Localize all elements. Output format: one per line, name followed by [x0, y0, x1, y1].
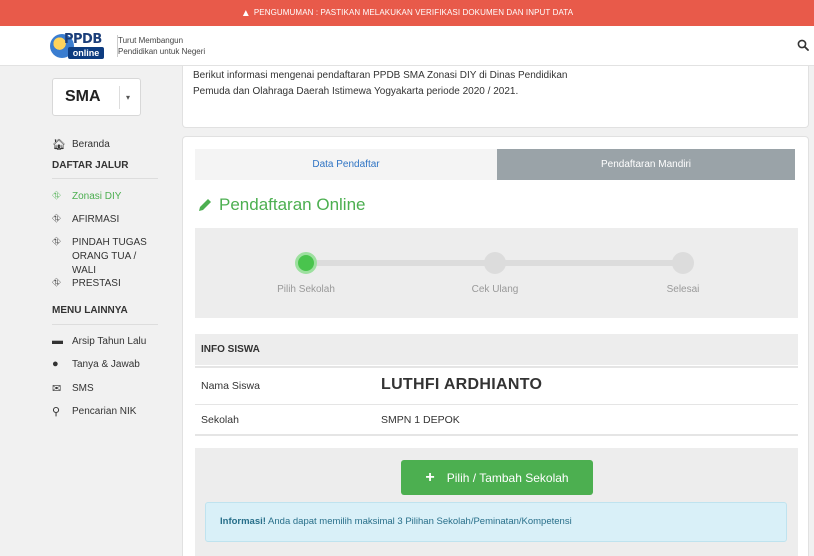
- progress-stepper: Pilih Sekolah Cek Ulang Selesai: [195, 228, 798, 318]
- menu-lainnya-heading: MENU LAINNYA: [52, 305, 128, 316]
- sekolah-label: Sekolah: [201, 414, 239, 426]
- pencil-icon: [199, 199, 211, 211]
- step-label-2: Cek Ulang: [471, 284, 519, 295]
- tabs: Data Pendaftar Pendaftaran Mandiri: [195, 149, 795, 180]
- sidebar-item-label: Pencarian NIK: [72, 406, 137, 417]
- step-label-3: Selesai: [666, 284, 700, 295]
- archive-icon: ▬: [52, 335, 63, 347]
- sidebar-item-label: Beranda: [72, 139, 110, 150]
- tagline: Turut Membangun Pendidikan untuk Negeri: [117, 35, 205, 57]
- divider: [52, 324, 158, 325]
- info-alert: Informasi! Anda dapat memilih maksimal 3…: [205, 502, 787, 542]
- sidebar-item-label: SMS: [72, 383, 94, 394]
- ppdb-logo[interactable]: PPDB online: [50, 32, 108, 60]
- sidebar-item-arsip[interactable]: ▬ Arsip Tahun Lalu: [52, 335, 146, 349]
- add-school-button-label: Pilih / Tambah Sekolah: [446, 470, 569, 485]
- step-dot-3: [672, 252, 694, 274]
- intro-card: Berikut informasi mengenai pendaftaran P…: [182, 66, 809, 128]
- sidebar-item-label: Zonasi DIY: [72, 191, 122, 202]
- announcement-text: PENGUMUMAN : PASTIKAN MELAKUKAN VERIFIKA…: [253, 8, 574, 17]
- section-title: Pendaftaran Online: [197, 195, 366, 215]
- divider: [52, 178, 158, 179]
- sidebar-item-prestasi[interactable]: ⛗︎ PRESTASI: [52, 277, 121, 291]
- sidebar-item-label: Arsip Tahun Lalu: [72, 336, 147, 347]
- sidebar-item-label: AFIRMASI: [72, 214, 120, 225]
- sidebar-item-label: PRESTASI: [72, 278, 121, 289]
- info-siswa-heading: INFO SISWA: [195, 334, 798, 365]
- search-icon: ⚲: [52, 406, 61, 418]
- warning-icon: ▲: [240, 8, 251, 19]
- level-select-value: SMA: [65, 88, 101, 105]
- chevron-down-icon: ▾: [119, 86, 136, 109]
- sidebar-item-tanya-jawab[interactable]: ● Tanya & Jawab: [52, 358, 140, 372]
- step-dot-1: [295, 252, 317, 274]
- registration-card: Data Pendaftar Pendaftaran Mandiri Penda…: [182, 136, 809, 556]
- road-icon: ⛗︎: [52, 277, 61, 289]
- sidebar-item-beranda[interactable]: 🏠︎ Beranda: [52, 138, 110, 152]
- announcement-bar: ▲ PENGUMUMAN : PASTIKAN MELAKUKAN VERIFIK…: [0, 0, 814, 26]
- nama-siswa-label: Nama Siswa: [201, 380, 260, 392]
- daftar-jalur-heading: DAFTAR JALUR: [52, 160, 129, 171]
- table-row: Sekolah SMPN 1 DEPOK: [195, 405, 798, 436]
- top-navbar: PPDB online Turut Membangun Pendidikan u…: [0, 26, 814, 66]
- action-area: + Pilih / Tambah Sekolah Informasi! Anda…: [195, 448, 798, 556]
- road-icon: ⛗︎: [52, 190, 61, 202]
- logo-ppdb-text: PPDB: [64, 32, 102, 47]
- level-select[interactable]: SMA ▾: [52, 78, 141, 116]
- tab-pendaftaran-mandiri[interactable]: Pendaftaran Mandiri: [497, 149, 795, 180]
- road-icon: ⛗︎: [52, 213, 61, 225]
- plus-icon: +: [425, 468, 435, 486]
- nama-siswa-value: LUTHFI ARDHIANTO: [381, 376, 543, 393]
- step-label-1: Pilih Sekolah: [277, 284, 335, 295]
- sidebar-item-pencarian-nik[interactable]: ⚲ Pencarian NIK: [52, 405, 136, 419]
- sidebar-item-label: Tanya & Jawab: [72, 359, 140, 370]
- tab-data-pendaftar[interactable]: Data Pendaftar: [195, 149, 497, 180]
- step-dot-2: [484, 252, 506, 274]
- alert-strong: Informasi!: [220, 516, 266, 527]
- sidebar-item-label: PINDAH TUGAS ORANG TUA / WALI: [72, 237, 147, 276]
- logo-online-text: online: [68, 47, 104, 59]
- sidebar: SMA ▾ 🏠︎ Beranda DAFTAR JALUR ⛗︎ Zonasi …: [36, 66, 176, 556]
- sidebar-item-sms[interactable]: ✉ SMS: [52, 382, 94, 396]
- alert-text: Anda dapat memilih maksimal 3 Pilihan Se…: [265, 516, 572, 527]
- tagline-line-2: Pendidikan untuk Negeri: [118, 47, 206, 56]
- chat-icon: ●: [52, 358, 59, 370]
- sidebar-item-pindah-tugas[interactable]: ⛗︎ PINDAH TUGAS ORANG TUA / WALI: [52, 236, 162, 278]
- search-icon[interactable]: [797, 39, 809, 51]
- section-title-text: Pendaftaran Online: [219, 195, 366, 214]
- tagline-line-1: Turut Membangun: [118, 36, 184, 45]
- table-row: Nama Siswa LUTHFI ARDHIANTO: [195, 366, 798, 405]
- sidebar-item-zonasi-diy[interactable]: ⛗︎ Zonasi DIY: [52, 190, 121, 204]
- intro-text: Berikut informasi mengenai pendaftaran P…: [193, 70, 568, 97]
- sekolah-value: SMPN 1 DEPOK: [381, 414, 460, 426]
- road-icon: ⛗︎: [52, 236, 61, 248]
- sidebar-item-afirmasi[interactable]: ⛗︎ AFIRMASI: [52, 213, 119, 227]
- envelope-icon: ✉: [52, 383, 62, 395]
- add-school-button[interactable]: + Pilih / Tambah Sekolah: [401, 460, 593, 495]
- home-icon: 🏠︎: [52, 139, 66, 151]
